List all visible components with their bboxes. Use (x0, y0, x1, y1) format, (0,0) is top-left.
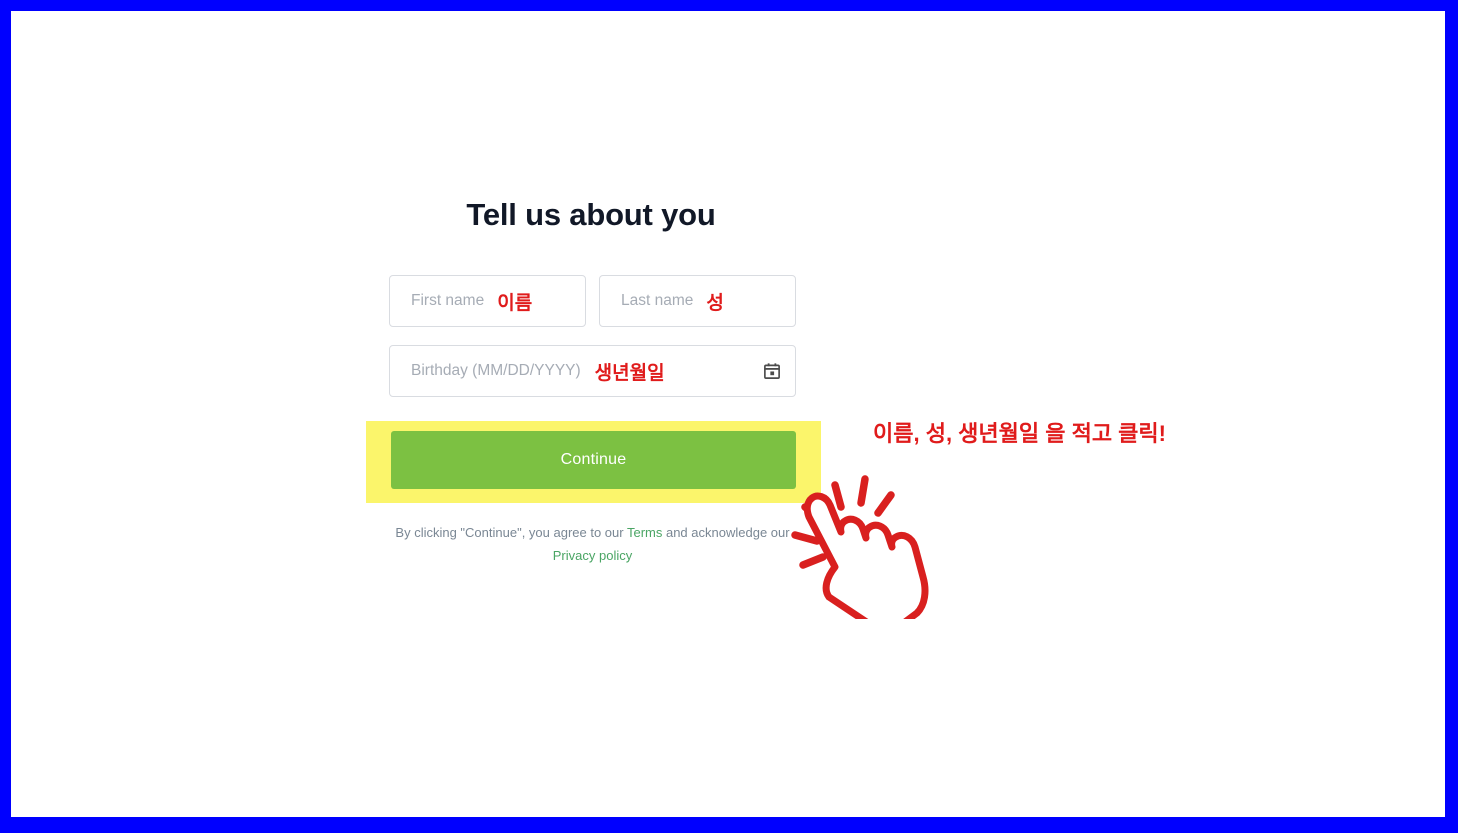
privacy-policy-link[interactable]: Privacy policy (553, 548, 632, 563)
first-name-field[interactable]: First name 이름 (389, 275, 586, 327)
last-name-field[interactable]: Last name 성 (599, 275, 796, 327)
signup-page: Tell us about you First name 이름 Last nam… (11, 11, 1445, 817)
terms-text-prefix: By clicking "Continue", you agree to our (395, 525, 627, 540)
screenshot-frame: Tell us about you First name 이름 Last nam… (0, 0, 1458, 833)
calendar-icon[interactable] (763, 362, 781, 380)
terms-text-suffix: and (662, 525, 688, 540)
privacy-text-prefix: acknowledge our (691, 525, 790, 540)
first-name-placeholder: First name (411, 292, 485, 309)
continue-button[interactable]: Continue (391, 431, 796, 489)
last-name-placeholder: Last name (621, 292, 694, 309)
first-name-annotation: 이름 (497, 292, 533, 314)
terms-disclaimer: By clicking "Continue", you agree to our… (389, 521, 796, 567)
birthday-field[interactable]: Birthday (MM/DD/YYYY) 생년월일 (389, 345, 796, 397)
terms-link[interactable]: Terms (627, 525, 662, 540)
page-title: Tell us about you (466, 197, 716, 232)
pointing-hand-click-icon (791, 475, 929, 619)
birthday-annotation: 생년월일 (594, 362, 665, 384)
instruction-annotation: 이름, 성, 생년월일 을 적고 클릭! (873, 421, 1166, 446)
last-name-annotation: 성 (706, 292, 724, 314)
birthday-placeholder: Birthday (MM/DD/YYYY) (411, 362, 581, 379)
